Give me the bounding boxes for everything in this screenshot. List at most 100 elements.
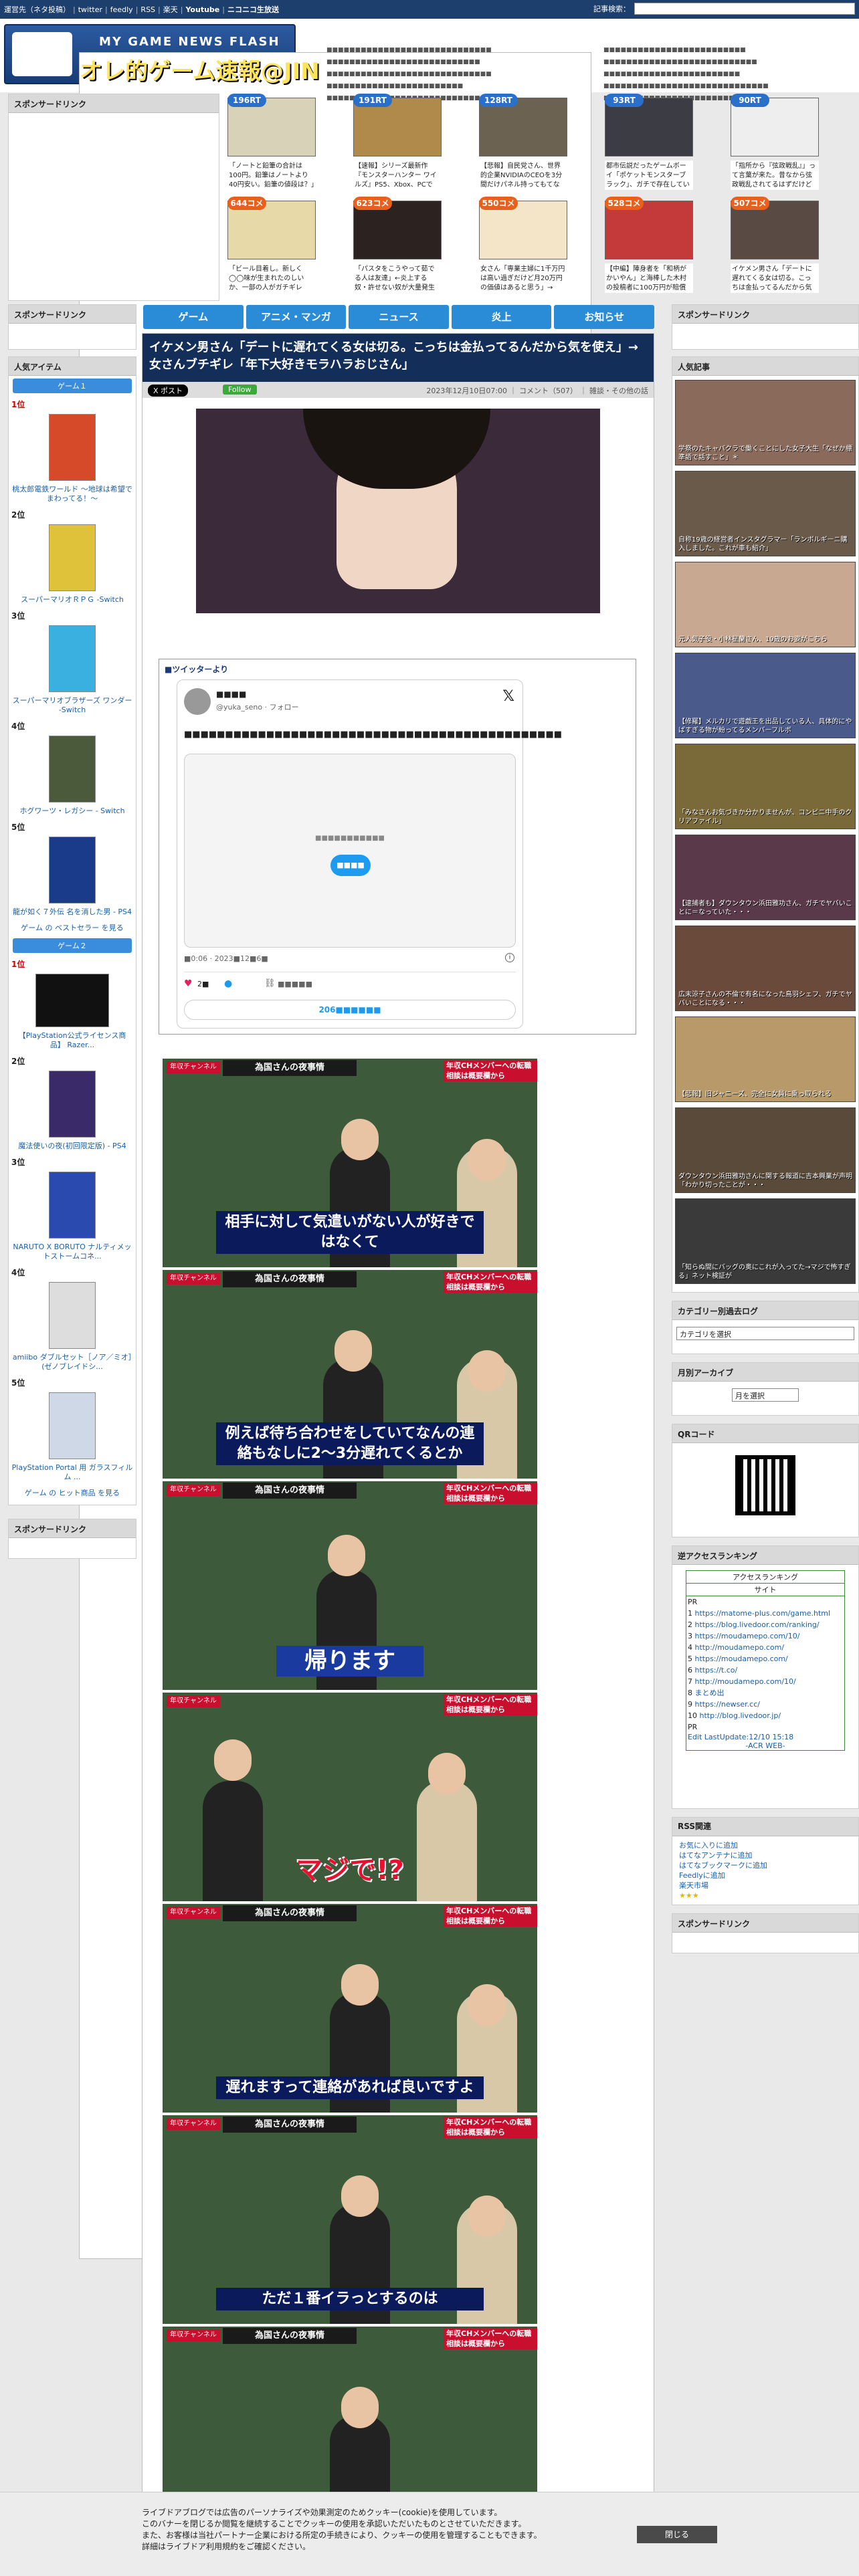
popular-article[interactable]: 【悲報】旧ジャニーズ、完全に女員に乗っ取られる: [675, 1016, 856, 1102]
header-news-item[interactable]: ■■■■■■■■■■■■■■■■■■■■■■■■■■■: [603, 56, 769, 68]
info-icon[interactable]: i: [505, 953, 514, 962]
ranking-last-update[interactable]: Edit LastUpdate:12/10 15:18: [686, 1733, 844, 1741]
product-name[interactable]: NARUTO X BORUTO ナルティメットストームコネ...: [11, 1243, 133, 1261]
topbar-link-rss[interactable]: RSS: [140, 5, 155, 14]
topbar-link-submit[interactable]: 運営先（ネタ投稿）: [4, 4, 70, 15]
ranking-row[interactable]: 1 https://matome-plus.com/game.html: [688, 1608, 843, 1619]
x-post-button[interactable]: X ポスト: [148, 385, 189, 397]
article-title[interactable]: イケメン男さん「デートに遅れてくる女は切る。こっちは金払ってるんだから気を使え」…: [142, 334, 654, 382]
ranking-row[interactable]: 10 http://blog.livedoor.jp/: [688, 1710, 843, 1721]
nav-tab-news[interactable]: ニュース: [349, 305, 449, 329]
product-name[interactable]: スーパーマリオＲＰＧ -Switch: [11, 595, 133, 605]
topbar-link-feedly[interactable]: feedly: [110, 5, 133, 14]
nav-tab-info[interactable]: お知らせ: [554, 305, 654, 329]
nav-tab-anime[interactable]: アニメ・マンガ: [246, 305, 347, 329]
trending-item[interactable]: 644コメ「ビール目着し。新しく◯◯味が生まれたのしいか、一部の人がガチギレ「健…: [227, 197, 316, 298]
topbar-link-rakuten[interactable]: 楽天: [163, 4, 178, 15]
product-name[interactable]: 龍が如く７外伝 名を消した男 - PS4: [11, 907, 133, 917]
header-news-item[interactable]: ■■■■■■■■■■■■■■■■■■■■■■■■■■■■■: [326, 44, 492, 56]
ranking-link[interactable]: https://blog.livedoor.com/ranking/: [695, 1620, 820, 1629]
rss-link[interactable]: 楽天市場: [679, 1881, 852, 1891]
popular-article[interactable]: 「知らぬ間にバッグの奥にこれが入ってた→マジで怖すぎる」ネット検証が: [675, 1198, 856, 1284]
rank-item[interactable]: 2位 魔法使いの夜(初回限定版) - PS4: [9, 1053, 136, 1154]
popular-article[interactable]: 「みなさんお気づきか分かりませんが、コンビニ中手のクリアファイル」: [675, 744, 856, 829]
product-name[interactable]: 【PlayStation公式ライセンス商品】 Razer...: [11, 1031, 133, 1050]
category-select[interactable]: カテゴリを選択: [676, 1327, 854, 1340]
tweet-author-handle[interactable]: @yuka_seno · フォロー: [216, 702, 299, 712]
rss-link[interactable]: お気に入りに追加: [679, 1840, 852, 1850]
header-news-item[interactable]: ■■■■■■■■■■■■■■■■■■■■■■■■■■■■■: [326, 68, 492, 80]
ranking-link[interactable]: https://newser.cc/: [695, 1700, 760, 1709]
link-icon[interactable]: ⛓: [264, 978, 276, 988]
header-news-item[interactable]: ■■■■■■■■■■■■■■■■■■■■■■■■: [326, 80, 492, 92]
product-name[interactable]: 桃太郎電鉄ワールド ～地球は希望でまわってる！～: [11, 485, 133, 504]
media-view-button[interactable]: ■■■■: [330, 855, 371, 876]
month-select[interactable]: 月を選択: [732, 1388, 799, 1402]
trending-item[interactable]: 196RT 「ノートと鉛筆の合計は100円。鉛筆はノートより40円安い。鉛筆の値段…: [227, 94, 316, 195]
x-logo-icon[interactable]: 𝕏: [502, 688, 514, 705]
tab-game1[interactable]: ゲーム１: [13, 379, 132, 393]
site-logo[interactable]: MY GAME NEWS FLASH オレ的ゲーム速報@JIN: [4, 24, 591, 2259]
rss-link[interactable]: Feedlyに追加: [679, 1870, 852, 1881]
ranking-link[interactable]: https://t.co/: [695, 1666, 738, 1675]
trending-item[interactable]: 550コメ 女さん「専業主婦に1千万円は高い過ぎだけど月20万円の価値はあると思う…: [479, 197, 567, 298]
trending-item[interactable]: 90RT 「指所から『弦政戦乱』」って言葉が来た。昔なから弦政戦乱されてるはずだけ…: [731, 94, 819, 195]
read-replies-button[interactable]: 206■■■■■■: [184, 1000, 516, 1020]
product-name[interactable]: スーパーマリオブラザーズ ワンダー -Switch: [11, 696, 133, 715]
ranking-link[interactable]: http://moudamepo.com/: [695, 1643, 785, 1652]
nav-tab-game[interactable]: ゲーム: [143, 305, 244, 329]
trending-item[interactable]: 93RT 都市伝説だったゲームボーイ「ポケットモンスターブラック」、ガチで存在して…: [605, 94, 693, 195]
trending-item[interactable]: 623コメ 「パスタをこうやって茹でる人は友達」←炎上する奴・許せない奴が大量発生: [353, 197, 442, 298]
topbar-link-youtube[interactable]: Youtube: [185, 5, 219, 14]
rank-item[interactable]: 4位 amiibo ダブルセット［ノア／ミオ］(ゼノブレイドシ...: [9, 1264, 136, 1374]
trending-item[interactable]: 128RT 【悲報】自民党さん、世界的企業NVIDIAのCEOを3分間だけパネル持…: [479, 94, 567, 195]
ranking-row[interactable]: 5 https://moudamepo.com/: [688, 1653, 843, 1665]
trending-item[interactable]: 191RT 【速報】シリーズ最新作『モンスターハンター ワイルズ』PS5、Xbox…: [353, 94, 442, 195]
topbar-link-niconico[interactable]: ニコニコ生放送: [227, 4, 279, 15]
ranking-link[interactable]: まとめ出: [695, 1689, 725, 1697]
rank-item[interactable]: 3位 NARUTO X BORUTO ナルティメットストームコネ...: [9, 1154, 136, 1264]
product-name[interactable]: PlayStation Portal 用 ガラスフィルム ...: [11, 1463, 133, 1482]
rank-item[interactable]: 5位 龍が如く７外伝 名を消した男 - PS4: [9, 819, 136, 920]
popular-article[interactable]: 学祭のたキャバクラで働くことにした女子大生「なぜか標準語で話すこと」＊: [675, 380, 856, 465]
ranking-row[interactable]: 3 https://moudamepo.com/10/: [688, 1630, 843, 1642]
rss-link[interactable]: はてなアンテナに追加: [679, 1850, 852, 1860]
ranking-acr-link[interactable]: -ACR WEB-: [686, 1741, 844, 1750]
popular-article[interactable]: 広末涼子さんの不倫で有名になった鳥羽シェフ、ガチでヤバいことになる・・・: [675, 926, 856, 1011]
rank-item[interactable]: 4位 ホグワーツ・レガシー - Switch: [9, 718, 136, 819]
tweet-card[interactable]: ■■■■ @yuka_seno · フォロー 𝕏 ■■■■■■■■■■■■■■■…: [177, 679, 562, 1029]
tweet-media[interactable]: ■■■■■■■■■■■ ■■■■: [184, 754, 516, 948]
ranking-row[interactable]: 8 まとめ出: [688, 1687, 843, 1699]
heart-icon[interactable]: ♥: [184, 978, 193, 989]
popular-article[interactable]: 【修羅】メルカリで遊戯王を出品している人、具体的にやばすぎる物が紛ってるメンバー…: [675, 653, 856, 738]
reply-icon[interactable]: ●: [224, 978, 232, 989]
topbar-link-twitter[interactable]: twitter: [78, 5, 102, 14]
avatar[interactable]: [184, 688, 211, 715]
ranking-link[interactable]: https://moudamepo.com/: [695, 1654, 788, 1663]
tweet-author-name[interactable]: ■■■■: [216, 689, 246, 699]
tab-game2[interactable]: ゲーム２: [13, 938, 132, 953]
ranking-row[interactable]: 6 https://t.co/: [688, 1665, 843, 1676]
popular-article[interactable]: 元人気子役・小林星蘭さん、19歳のお姿がこちら: [675, 562, 856, 647]
header-news-item[interactable]: ■■■■■■■■■■■■■■■■■■■■■■■■■■■■■: [603, 80, 769, 92]
ranking-link[interactable]: https://matome-plus.com/game.html: [695, 1609, 831, 1618]
rss-link[interactable]: はてなブックマークに追加: [679, 1860, 852, 1870]
rank-item[interactable]: 1位 【PlayStation公式ライセンス商品】 Razer...: [9, 956, 136, 1053]
hit-products-link[interactable]: ゲーム の ヒット商品 を見る: [9, 1485, 136, 1505]
follow-button[interactable]: Follow: [223, 385, 257, 395]
rank-item[interactable]: 1位 桃太郎電鉄ワールド ～地球は希望でまわってる！～: [9, 396, 136, 506]
header-news-item[interactable]: ■■■■■■■■■■■■■■■■■■■■■■■■: [603, 68, 769, 80]
cookie-close-button[interactable]: 閉じる: [637, 2526, 717, 2543]
popular-article[interactable]: 【逮捕者も】ダウンタウン浜田雅功さん、ガチでヤバいことに＝なっていた・・・: [675, 835, 856, 920]
ranking-link[interactable]: http://moudamepo.com/10/: [695, 1677, 796, 1686]
trending-item[interactable]: 528コメ 【中編】陣身者を「和柄がかいやん」と海棒した木村の投稿者に100万円が…: [605, 197, 693, 298]
bestseller-link[interactable]: ゲーム の ベストセラー を見る: [9, 920, 136, 936]
popular-article[interactable]: ダウンタウン浜田雅功さんに関する報道に吉本興業が声明「わかり切ったことが・・・: [675, 1107, 856, 1193]
rank-item[interactable]: 5位 PlayStation Portal 用 ガラスフィルム ...: [9, 1374, 136, 1485]
copy-link-text[interactable]: ■■■■■: [278, 980, 312, 988]
product-name[interactable]: amiibo ダブルセット［ノア／ミオ］(ゼノブレイドシ...: [11, 1353, 133, 1372]
header-news-item[interactable]: ■■■■■■■■■■■■■■■■■■■■■■■■■■■: [326, 56, 492, 68]
product-name[interactable]: ホグワーツ・レガシー - Switch: [11, 807, 133, 816]
nav-tab-flame[interactable]: 炎上: [451, 305, 552, 329]
cookie-line[interactable]: 詳細はライブドア利用規約をご確認ください。: [142, 2541, 624, 2553]
